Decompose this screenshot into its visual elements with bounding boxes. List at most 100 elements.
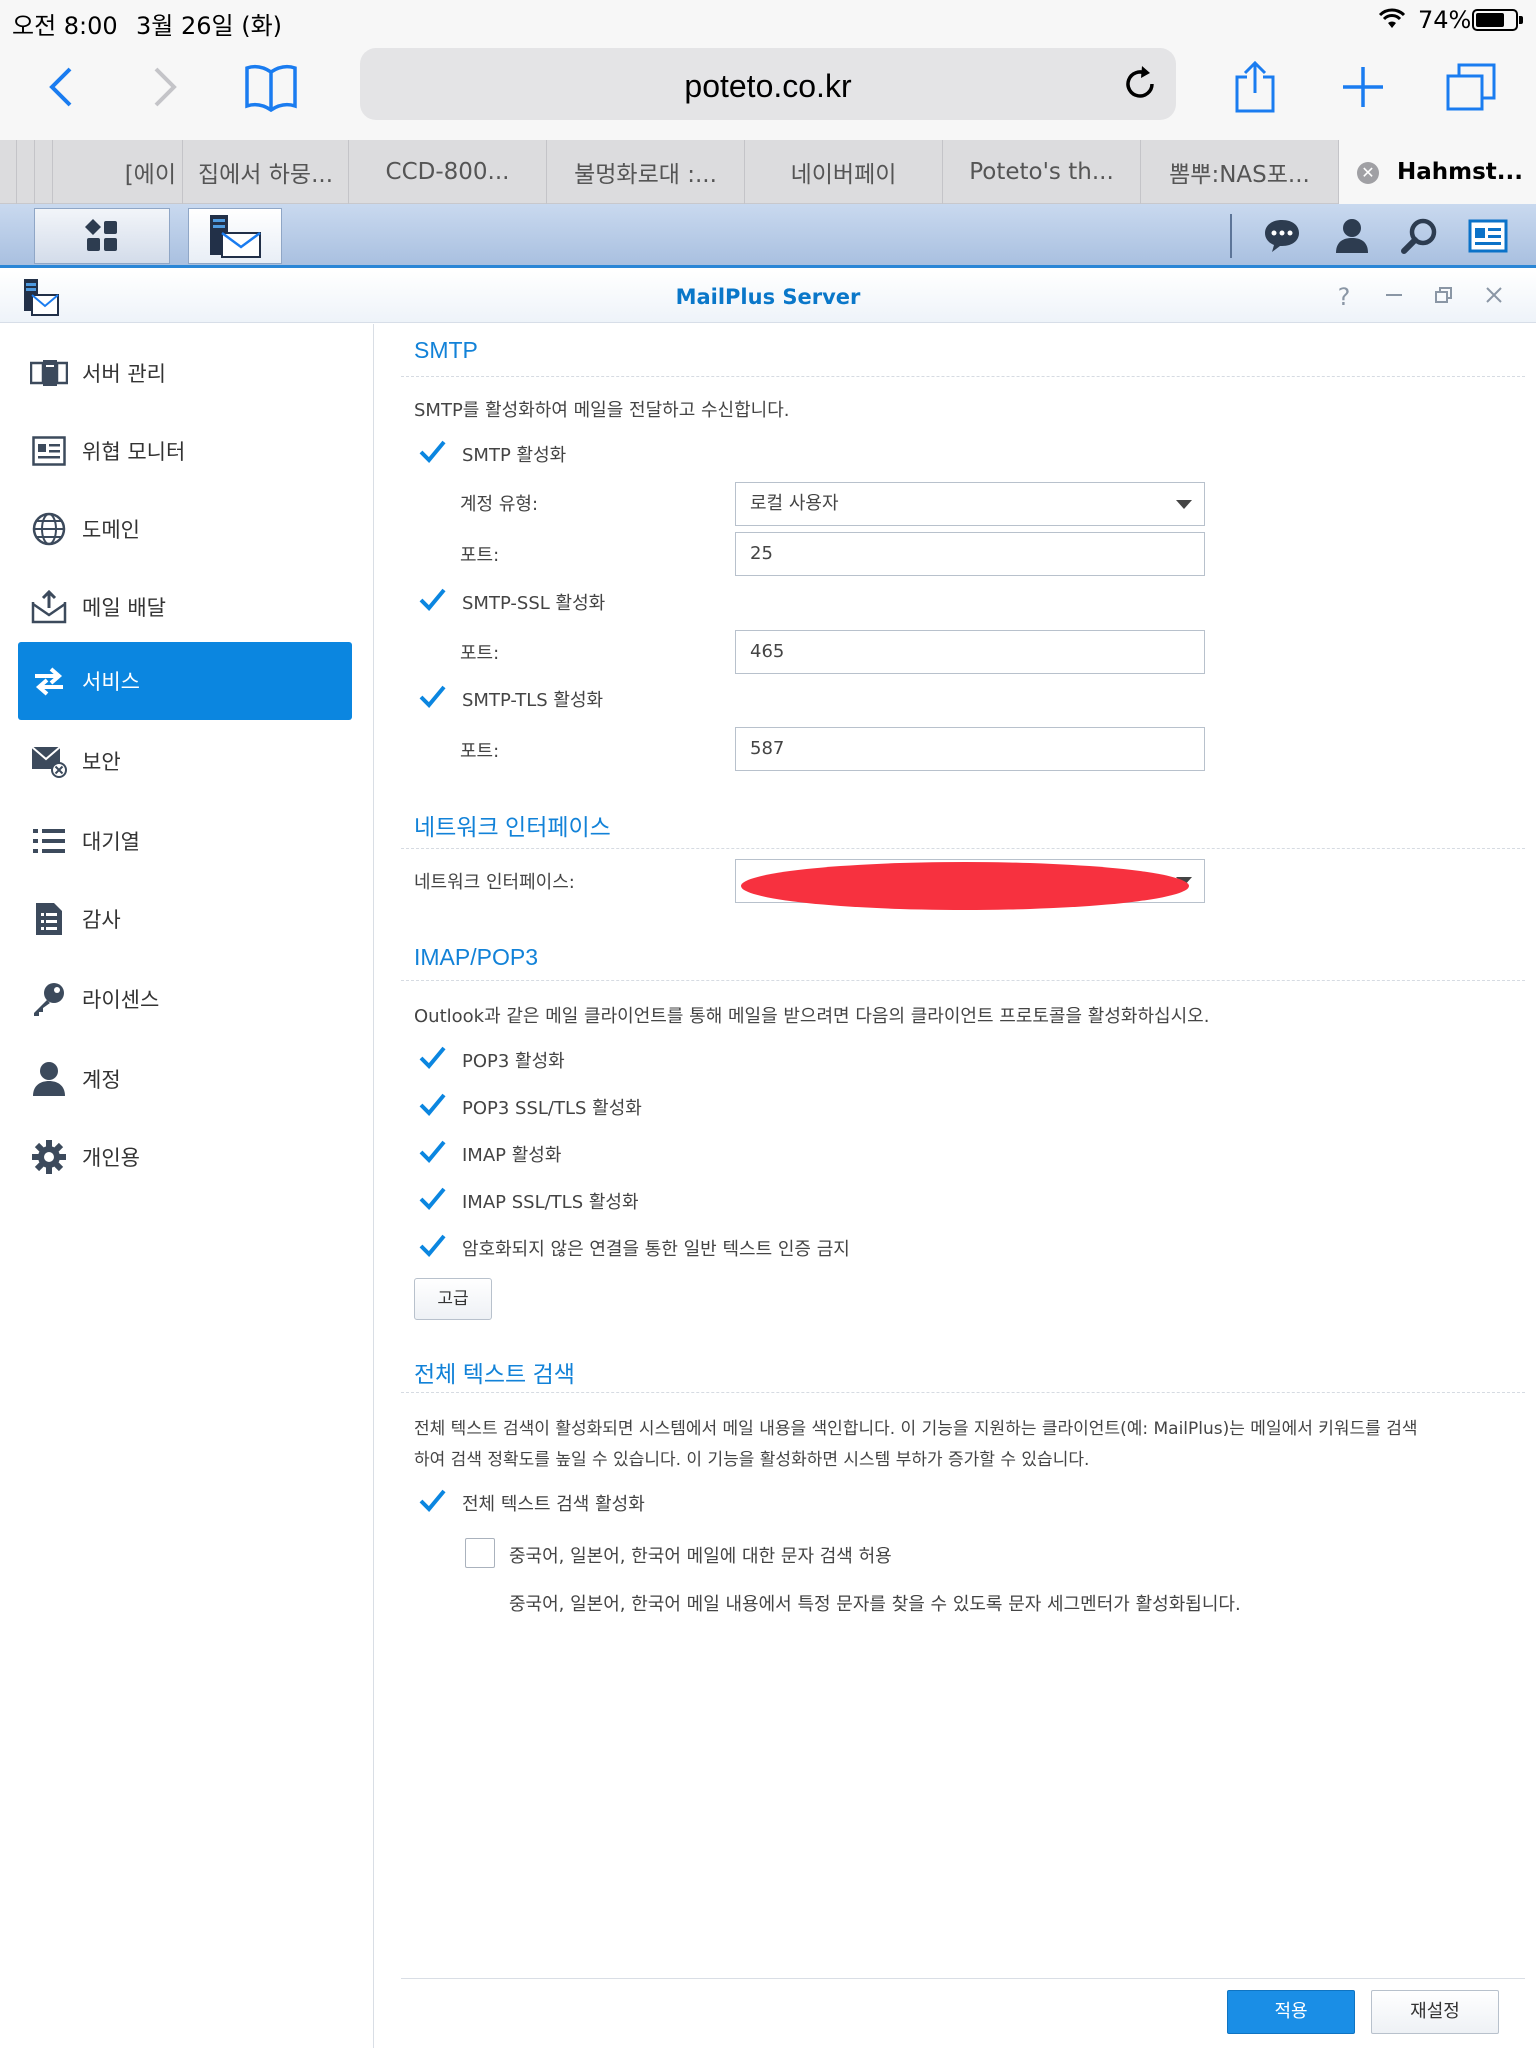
sidebar-item-label: 메일 배달 (82, 596, 166, 620)
account-type-label: 계정 유형: (460, 494, 539, 515)
smtp-tls-port-input[interactable]: 587 (735, 727, 1205, 771)
sidebar-item-label: 서버 관리 (82, 362, 166, 386)
browser-tab[interactable]: 집에서 하뭉... (182, 140, 348, 204)
main-menu-button[interactable] (34, 208, 170, 264)
sidebar-item-label: 계정 (82, 1068, 121, 1092)
fulltext-description-line2: 하여 검색 정확도를 높일 수 있습니다. 이 기능을 활성화하면 시스템 부하… (414, 1450, 1090, 1470)
fulltext-description-line1: 전체 텍스트 검색이 활성화되면 시스템에서 메일 내용을 색인합니다. 이 기… (414, 1419, 1418, 1439)
smtp-enable-checkbox[interactable] (418, 438, 446, 466)
notifications-button[interactable] (1260, 214, 1304, 258)
audit-document-icon (28, 898, 70, 940)
smtp-ssl-label: SMTP-SSL 활성화 (462, 593, 606, 614)
help-button[interactable]: ? (1330, 283, 1358, 311)
plaintext-auth-checkbox[interactable] (418, 1232, 446, 1260)
maximize-button[interactable] (1430, 283, 1458, 311)
smtp-tls-port-label: 포트: (460, 741, 500, 762)
smtp-tls-label: SMTP-TLS 활성화 (462, 690, 604, 711)
browser-tab-stacked[interactable] (34, 140, 52, 204)
fulltext-section-title: 전체 텍스트 검색 (414, 1361, 575, 1387)
sidebar-item-personal[interactable]: 개인용 (18, 1118, 352, 1196)
close-tab-icon[interactable]: ✕ (1357, 162, 1379, 184)
browser-tab[interactable]: CCD-800... (348, 140, 546, 204)
pop3-checkbox[interactable] (418, 1044, 446, 1072)
sidebar-item-security[interactable]: 보안 (18, 722, 352, 800)
new-tab-button[interactable] (1328, 52, 1398, 122)
smtp-tls-checkbox[interactable] (418, 683, 446, 711)
mailplus-taskbar-button[interactable] (188, 208, 282, 264)
main-menu-icon (85, 219, 117, 251)
address-bar[interactable]: poteto.co.kr (360, 48, 1176, 120)
browser-tab[interactable]: 불멍화로대 :... (546, 140, 744, 204)
imap-ssl-checkbox[interactable] (418, 1185, 446, 1213)
browser-tab-active[interactable]: ✕ Hahmst... (1338, 140, 1536, 204)
chat-bubble-icon (1265, 220, 1299, 252)
sidebar-item-mail-delivery[interactable]: 메일 배달 (18, 568, 352, 646)
widgets-button[interactable] (1466, 214, 1510, 258)
imap-checkbox[interactable] (418, 1138, 446, 1166)
browser-tab[interactable]: 뽐뿌:NAS포... (1140, 140, 1338, 204)
smtp-ssl-port-input[interactable]: 465 (735, 630, 1205, 674)
reload-icon[interactable] (1118, 62, 1162, 106)
status-date: 3월 26일 (화) (136, 12, 283, 40)
sidebar-item-label: 대기열 (82, 830, 140, 854)
section-divider (401, 980, 1525, 981)
sidebar-item-audit[interactable]: 감사 (18, 880, 352, 958)
bookmarks-button[interactable] (236, 52, 306, 122)
fulltext-enable-label: 전체 텍스트 검색 활성화 (462, 1494, 645, 1515)
section-divider (401, 376, 1525, 377)
sidebar-item-server-management[interactable]: 서버 관리 (18, 334, 352, 412)
advanced-button[interactable]: 고급 (414, 1278, 492, 1320)
section-divider (401, 1392, 1525, 1393)
network-interface-label: 네트워크 인터페이스: (414, 872, 575, 893)
wifi-icon (1378, 8, 1406, 28)
user-options-button[interactable] (1330, 214, 1374, 258)
pop3-ssl-checkbox[interactable] (418, 1091, 446, 1119)
dsm-taskbar (0, 204, 1536, 268)
close-icon (1486, 287, 1502, 303)
sidebar-item-license[interactable]: 라이센스 (18, 960, 352, 1038)
pop3-ssl-label: POP3 SSL/TLS 활성화 (462, 1098, 642, 1119)
smtp-port-label: 포트: (460, 545, 500, 566)
browser-tab[interactable]: 네이버페이 (744, 140, 942, 204)
sidebar-item-service[interactable]: 서비스 (18, 642, 352, 720)
minimize-button[interactable] (1380, 283, 1408, 311)
fulltext-enable-checkbox[interactable] (418, 1487, 446, 1515)
network-section-title: 네트워크 인터페이스 (414, 814, 611, 840)
account-type-select[interactable]: 로컬 사용자 (735, 482, 1205, 526)
browser-tab-stacked[interactable] (16, 140, 34, 204)
forward-button[interactable] (130, 52, 200, 122)
sidebar-item-account[interactable]: 계정 (18, 1040, 352, 1118)
cjk-search-checkbox[interactable] (465, 1538, 495, 1568)
battery-percent: 74% (1418, 6, 1472, 34)
smtp-ssl-checkbox[interactable] (418, 586, 446, 614)
close-window-button[interactable] (1480, 283, 1508, 311)
user-icon (28, 1058, 70, 1100)
restore-window-icon (1435, 287, 1452, 303)
smtp-enable-label: SMTP 활성화 (462, 445, 567, 466)
browser-tab[interactable]: [에이 (52, 140, 182, 204)
window-title-bar: MailPlus Server ? (0, 271, 1536, 323)
mail-security-icon (28, 740, 70, 782)
sidebar-item-label: 감사 (82, 908, 121, 932)
sidebar-item-queue[interactable]: 대기열 (18, 802, 352, 880)
sidebar-item-label: 개인용 (82, 1146, 140, 1170)
tabs-overview-button[interactable] (1436, 52, 1506, 122)
sidebar-item-threat-monitor[interactable]: 위협 모니터 (18, 412, 352, 490)
share-button[interactable] (1220, 52, 1290, 122)
mail-delivery-icon (28, 586, 70, 628)
smtp-port-input[interactable]: 25 (735, 532, 1205, 576)
sidebar-item-domain[interactable]: 도메인 (18, 490, 352, 568)
server-management-icon (28, 352, 70, 394)
gear-icon (28, 1136, 70, 1178)
user-icon (1336, 219, 1368, 253)
sidebar-item-label: 서비스 (82, 670, 140, 694)
settings-sidebar: 서버 관리 위협 모니터 도메인 메일 배달 서비스 보안 대기열 감사 라이센… (0, 324, 374, 2048)
browser-tab[interactable]: Poteto's th... (942, 140, 1140, 204)
widget-card-icon (1468, 219, 1508, 253)
search-button[interactable] (1398, 214, 1442, 258)
reset-button[interactable]: 재설정 (1371, 1990, 1499, 2034)
pop3-label: POP3 활성화 (462, 1051, 565, 1072)
apply-button[interactable]: 적용 (1227, 1990, 1355, 2034)
back-button[interactable] (26, 52, 96, 122)
imap-section-title: IMAP/POP3 (414, 944, 538, 970)
